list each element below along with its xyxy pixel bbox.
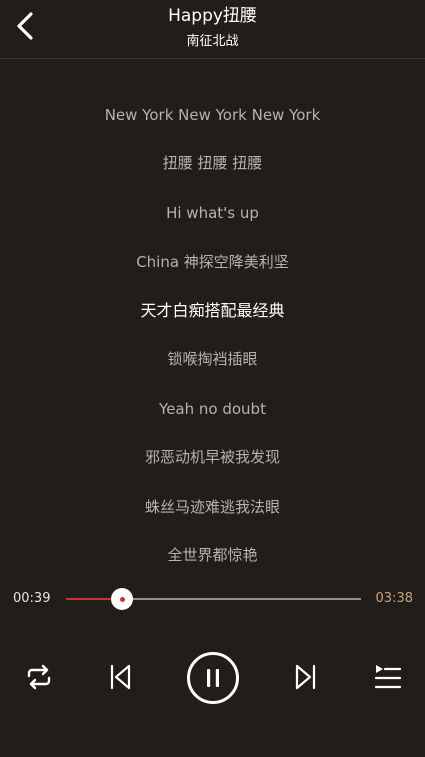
previous-icon [110,664,131,690]
current-time: 00:39 [13,591,51,606]
player-screen: Happy扭腰 南征北战 New York New York New York … [0,0,425,757]
lyric-line-current: 天才白痴搭配最经典 [140,301,285,320]
lyric-line: 锁喉掏裆插眼 [167,350,258,368]
next-button[interactable] [290,661,322,693]
artist-name: 南征北战 [186,34,239,49]
loop-button[interactable] [22,661,56,693]
pause-button[interactable] [186,651,240,705]
seek-thumb-dot [119,596,125,602]
header: Happy扭腰 南征北战 [0,0,425,59]
previous-button[interactable] [104,661,136,693]
lyric-line: New York New York New York [104,106,321,124]
playlist-button[interactable] [369,661,405,693]
lyric-line: 邪恶动机早被我发现 [144,448,280,466]
lyric-line: China 神探空降美利坚 [136,253,289,271]
total-time: 03:38 [375,591,413,606]
seek-thumb[interactable] [111,588,134,610]
lyric-line: 蛛丝马迹难逃我法眼 [144,498,280,516]
song-title: Happy扭腰 [168,6,257,26]
loop-icon [27,664,51,690]
playback-controls [0,645,425,709]
lyric-line: Yeah no doubt [159,400,266,418]
lyrics-panel[interactable]: New York New York New York 扭腰 扭腰 扭腰 Hi w… [0,90,425,580]
progress-bar: 00:39 03:38 [0,583,425,615]
next-icon [295,664,316,690]
lyric-line: 全世界都惊艳 [167,546,258,564]
playlist-icon [374,665,402,689]
pause-icon [187,652,239,704]
lyric-line: 扭腰 扭腰 扭腰 [162,154,263,172]
seek-track[interactable] [66,588,361,610]
lyric-line: Hi what's up [166,204,259,222]
